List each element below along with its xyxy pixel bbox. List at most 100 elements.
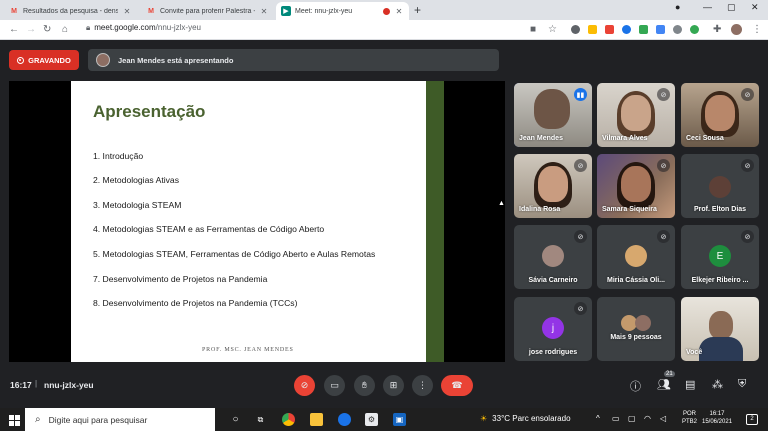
- wifi-icon[interactable]: ◠: [644, 414, 651, 423]
- meeting-time: 16:17: [10, 380, 32, 390]
- menu-kebab-icon[interactable]: ⋮: [752, 24, 762, 36]
- gmail-icon: M: [11, 7, 17, 15]
- divider: |: [35, 379, 38, 388]
- input-language[interactable]: POR PTB2: [682, 410, 697, 426]
- extension-icon[interactable]: [622, 25, 631, 34]
- clock-time: 16:17: [709, 411, 725, 417]
- participant-tile[interactable]: ⊘ Ceci Sousa: [681, 83, 759, 147]
- extension-icon[interactable]: [690, 25, 699, 34]
- tab-search-results[interactable]: M Resultados da pesquisa - dens.co ✕: [4, 2, 137, 20]
- participant-name: Miria Cássia Oli...: [607, 277, 665, 284]
- cortana-icon[interactable]: ○: [229, 413, 242, 426]
- home-icon[interactable]: ⌂: [62, 24, 68, 36]
- back-arrow-icon[interactable]: ←: [9, 24, 19, 36]
- record-icon: [17, 56, 25, 64]
- presenting-text: Jean Mendes está apresentando: [118, 55, 234, 65]
- edge-icon[interactable]: [338, 413, 351, 426]
- self-view-tile[interactable]: Você: [681, 297, 759, 361]
- recording-label: GRAVANDO: [28, 55, 71, 65]
- notifications-icon[interactable]: 2: [746, 414, 758, 425]
- profile-dot-icon[interactable]: ●: [675, 2, 680, 12]
- extension-icon[interactable]: [588, 25, 597, 34]
- participant-name: Samara Siqueira: [602, 206, 657, 213]
- network-icon[interactable]: ▭: [612, 414, 620, 423]
- participant-tile[interactable]: ⊘ Vilmara Alves: [597, 83, 675, 147]
- tab-convite[interactable]: M Convite para proferir Palestra - d ✕: [141, 2, 274, 20]
- search-placeholder: Digite aqui para pesquisar: [48, 414, 148, 425]
- reload-icon[interactable]: ↻: [43, 24, 51, 36]
- mic-off-icon: ⊘: [657, 88, 670, 101]
- slide-title: Apresentação: [93, 102, 206, 121]
- weather-widget[interactable]: ☀ 33°C Parc ensolarado: [480, 414, 571, 423]
- taskbar-search[interactable]: ⌕ Digite aqui para pesquisar: [25, 408, 215, 431]
- avatar: [625, 245, 647, 267]
- profile-avatar[interactable]: [731, 24, 742, 35]
- leave-call-button[interactable]: ☎︎: [441, 375, 473, 396]
- avatar: [635, 315, 651, 331]
- people-icon[interactable]: 👥︎: [657, 378, 671, 391]
- more-participants-tile[interactable]: Mais 9 pessoas: [597, 297, 675, 361]
- display-icon[interactable]: ▢: [628, 414, 636, 423]
- chrome-icon[interactable]: [282, 413, 295, 426]
- lang-top: POR: [683, 411, 697, 417]
- slide-item: 8. Desenvolvimento de Projetos na Pandem…: [93, 298, 298, 308]
- windows-start-icon[interactable]: [9, 415, 20, 426]
- url-host: meet.google.com: [94, 23, 156, 32]
- chat-icon[interactable]: ▤: [685, 378, 695, 391]
- mic-off-icon: ⊘: [741, 88, 754, 101]
- maximize-icon[interactable]: ▢: [727, 2, 736, 13]
- close-icon[interactable]: ✕: [394, 7, 404, 16]
- tab-title: Meet: nnu-jzlx-yeu: [295, 7, 353, 15]
- forward-arrow-icon[interactable]: →: [26, 24, 36, 36]
- participant-tile[interactable]: ⊘ Miria Cássia Oli...: [597, 225, 675, 289]
- activities-icon[interactable]: ⁂: [712, 378, 723, 391]
- meeting-code: nnu-jzlx-yeu: [44, 380, 94, 390]
- more-options-button[interactable]: ⋮: [412, 375, 433, 396]
- mic-toggle-button[interactable]: ⊘: [294, 375, 315, 396]
- minimize-icon[interactable]: —: [703, 2, 712, 12]
- participant-tile[interactable]: ▮▮ Jean Mendes: [514, 83, 592, 147]
- puzzle-icon[interactable]: ✚: [713, 24, 721, 36]
- close-icon[interactable]: ✕: [122, 7, 132, 16]
- tab-title: Convite para proferir Palestra - d: [160, 7, 255, 15]
- camera-icon[interactable]: ■: [530, 24, 536, 36]
- extension-icon[interactable]: [656, 25, 665, 34]
- host-controls-icon[interactable]: ⛨: [738, 378, 746, 391]
- info-icon[interactable]: ⓘ: [630, 378, 641, 394]
- present-screen-button[interactable]: ⊞: [383, 375, 404, 396]
- volume-icon[interactable]: ◁: [660, 414, 666, 423]
- extension-icon[interactable]: [571, 25, 580, 34]
- close-icon[interactable]: ✕: [259, 7, 269, 16]
- task-view-icon[interactable]: ⧉: [254, 413, 267, 426]
- participant-tile[interactable]: ⊘ Prof. Elton Dias: [681, 154, 759, 218]
- mic-off-icon: ⊘: [574, 302, 587, 315]
- raise-hand-button[interactable]: ✋︎: [354, 375, 375, 396]
- extension-icon[interactable]: [673, 25, 682, 34]
- file-explorer-icon[interactable]: [310, 413, 323, 426]
- chevron-up-icon[interactable]: ^: [596, 414, 600, 423]
- avatar: E: [709, 245, 731, 267]
- participant-tile[interactable]: j ⊘ jose rodrigues: [514, 297, 592, 361]
- slide-item: 5. Metodologias STEAM, Ferramentas de Có…: [93, 249, 376, 259]
- tab-meet[interactable]: ▶ Meet: nnu-jzlx-yeu ✕: [276, 2, 409, 20]
- participant-tile[interactable]: ⊘ Samara Siqueira: [597, 154, 675, 218]
- gmail-icon: M: [148, 7, 154, 15]
- new-tab-button[interactable]: +: [414, 3, 421, 17]
- close-window-icon[interactable]: ✕: [751, 2, 759, 13]
- participant-tile[interactable]: ⊘ Idalina Rosa: [514, 154, 592, 218]
- weather-text: 33°C Parc ensolarado: [492, 414, 571, 423]
- tab-title: Resultados da pesquisa - dens.co: [23, 7, 118, 15]
- participant-tile[interactable]: E ⊘ Elkejer Ribeiro ...: [681, 225, 759, 289]
- system-clock[interactable]: 16:17 15/06/2021: [702, 410, 732, 426]
- address-bar[interactable]: 🔒︎ meet.google.com/nnu-jzlx-yeu: [86, 23, 201, 33]
- extension-icon[interactable]: [605, 25, 614, 34]
- store-icon[interactable]: ▣: [393, 413, 406, 426]
- camera-toggle-button[interactable]: ▭: [324, 375, 345, 396]
- settings-gear-icon[interactable]: ⚙: [365, 413, 378, 426]
- speaking-indicator-icon: ▮▮: [574, 88, 587, 101]
- recording-badge[interactable]: GRAVANDO: [9, 50, 79, 70]
- extension-icon[interactable]: [639, 25, 648, 34]
- bookmark-star-icon[interactable]: ☆: [548, 24, 557, 36]
- participant-tile[interactable]: ⊘ Sávia Carneiro: [514, 225, 592, 289]
- mic-off-icon: ⊘: [741, 230, 754, 243]
